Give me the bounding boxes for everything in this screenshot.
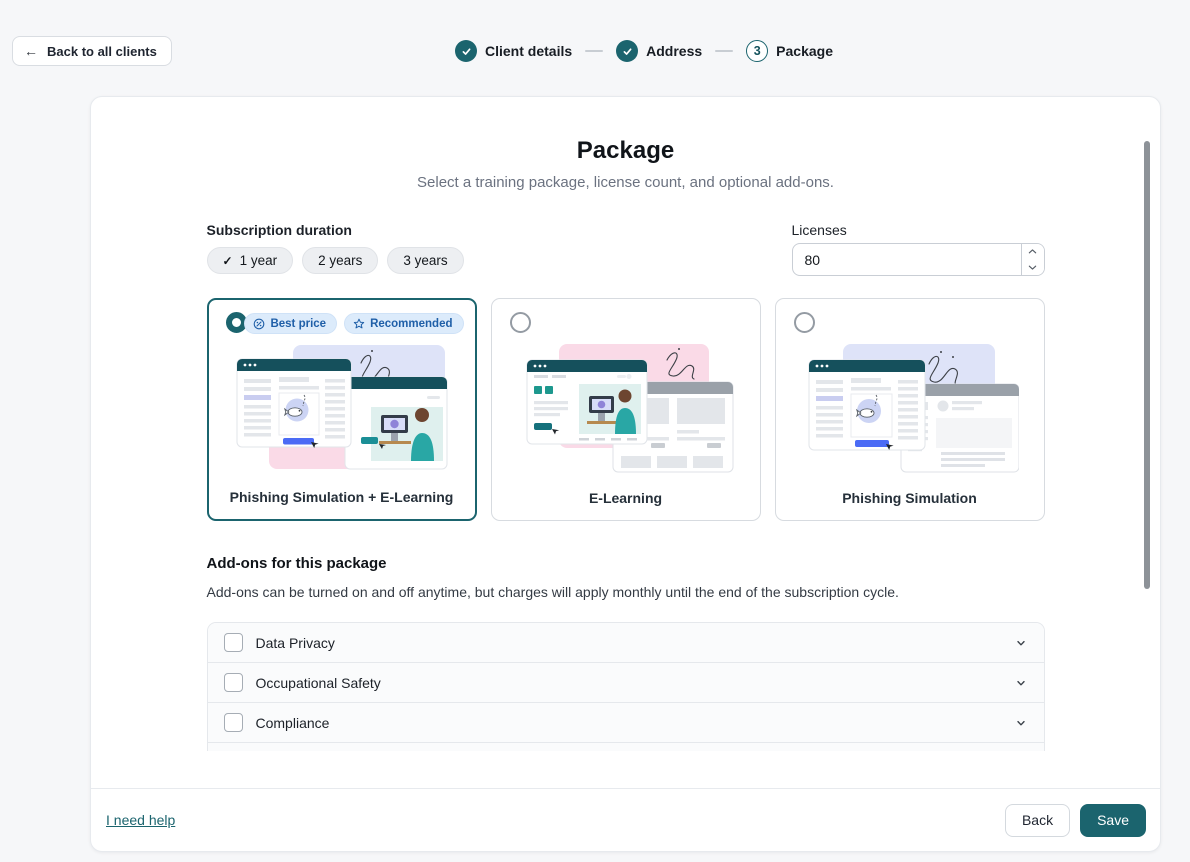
step-divider — [715, 50, 733, 52]
addon-row-occupational-safety[interactable]: Occupational Safety — [208, 663, 1044, 703]
package-name: E-Learning — [492, 490, 760, 506]
licenses-input[interactable] — [793, 244, 1021, 275]
scrollbar[interactable] — [1144, 141, 1150, 589]
footer-actions: Back Save — [1005, 804, 1146, 837]
spinner-up-button[interactable] — [1022, 244, 1044, 260]
checkbox-icon[interactable] — [224, 713, 243, 732]
duration-option-1-year[interactable]: ✓ 1 year — [207, 247, 294, 274]
addon-label: Compliance — [256, 715, 1014, 731]
badge-label: Best price — [270, 318, 326, 330]
checkbox-icon[interactable] — [224, 633, 243, 652]
badges: Best price Recommended — [244, 313, 463, 334]
back-button-label: Back to all clients — [47, 44, 157, 59]
licenses-field: Licenses — [792, 222, 1045, 276]
radio-selected-icon[interactable] — [226, 312, 247, 333]
radio-unselected-icon[interactable] — [510, 312, 531, 333]
package-card-elearning[interactable]: E-Learning — [491, 298, 761, 521]
arrow-left-icon: ← — [24, 44, 38, 58]
chevron-down-icon[interactable] — [1014, 636, 1028, 650]
duration-option-2-years[interactable]: 2 years — [302, 247, 378, 274]
page: ← Back to all clients Client details Add… — [0, 0, 1190, 862]
check-icon — [455, 40, 477, 62]
addon-label: Data Privacy — [256, 635, 1014, 651]
badge-label: Recommended — [370, 318, 452, 330]
step-divider — [585, 50, 603, 52]
duration-option-3-years[interactable]: 3 years — [387, 247, 463, 274]
subscription-duration-label: Subscription duration — [207, 222, 464, 238]
recommended-badge: Recommended — [344, 313, 463, 334]
stepper: Client details Address 3 Package — [455, 39, 833, 63]
addon-label: Occupational Safety — [256, 675, 1014, 691]
addon-row-partial — [208, 743, 1044, 751]
addon-row-compliance[interactable]: Compliance — [208, 703, 1044, 743]
step-package[interactable]: 3 Package — [746, 40, 833, 62]
licenses-label: Licenses — [792, 222, 1045, 238]
package-name: Phishing Simulation — [776, 490, 1044, 506]
addons-title: Add-ons for this package — [207, 555, 1045, 572]
licenses-input-wrap — [792, 243, 1045, 276]
package-card-phishing[interactable]: Phishing Simulation — [775, 298, 1045, 521]
radio-unselected-icon[interactable] — [794, 312, 815, 333]
check-icon — [616, 40, 638, 62]
star-icon — [353, 318, 365, 330]
save-button[interactable]: Save — [1080, 804, 1146, 837]
discount-icon — [253, 318, 265, 330]
licenses-spinner — [1021, 244, 1044, 275]
step-label: Package — [776, 43, 833, 59]
wizard-footer: I need help Back Save — [91, 788, 1160, 851]
pill-label: 3 years — [403, 253, 447, 268]
back-to-all-clients-button[interactable]: ← Back to all clients — [12, 36, 172, 66]
best-price-badge: Best price — [244, 313, 337, 334]
back-button[interactable]: Back — [1005, 804, 1070, 837]
page-subtitle: Select a training package, license count… — [91, 174, 1160, 191]
wizard-content: Subscription duration ✓ 1 year 2 years 3… — [207, 222, 1045, 751]
chevron-down-icon[interactable] — [1014, 676, 1028, 690]
duration-options: ✓ 1 year 2 years 3 years — [207, 247, 464, 274]
wizard-card: Package Select a training package, licen… — [90, 96, 1161, 852]
form-row: Subscription duration ✓ 1 year 2 years 3… — [207, 222, 1045, 276]
package-illustration — [233, 345, 451, 475]
addon-row-data-privacy[interactable]: Data Privacy — [208, 623, 1044, 663]
pill-label: 2 years — [318, 253, 362, 268]
check-icon: ✓ — [223, 254, 233, 268]
spinner-down-button[interactable] — [1022, 260, 1044, 276]
subscription-duration-field: Subscription duration ✓ 1 year 2 years 3… — [207, 222, 464, 274]
checkbox-icon[interactable] — [224, 673, 243, 692]
package-card-phishing-elearning[interactable]: Best price Recommended — [207, 298, 477, 521]
step-label: Address — [646, 43, 702, 59]
package-options: Best price Recommended — [207, 298, 1045, 521]
step-label: Client details — [485, 43, 572, 59]
package-name: Phishing Simulation + E-Learning — [209, 489, 475, 505]
package-illustration — [517, 344, 735, 474]
chevron-down-icon[interactable] — [1014, 716, 1028, 730]
step-address[interactable]: Address — [616, 40, 702, 62]
addons-list: Data Privacy Occupational Safety Complia… — [207, 622, 1045, 751]
step-client-details[interactable]: Client details — [455, 40, 572, 62]
pill-label: 1 year — [240, 253, 278, 268]
package-illustration — [801, 344, 1019, 474]
step-number-badge: 3 — [746, 40, 768, 62]
addons-description: Add-ons can be turned on and off anytime… — [207, 584, 1045, 600]
page-title: Package — [91, 137, 1160, 165]
help-link[interactable]: I need help — [106, 812, 175, 828]
